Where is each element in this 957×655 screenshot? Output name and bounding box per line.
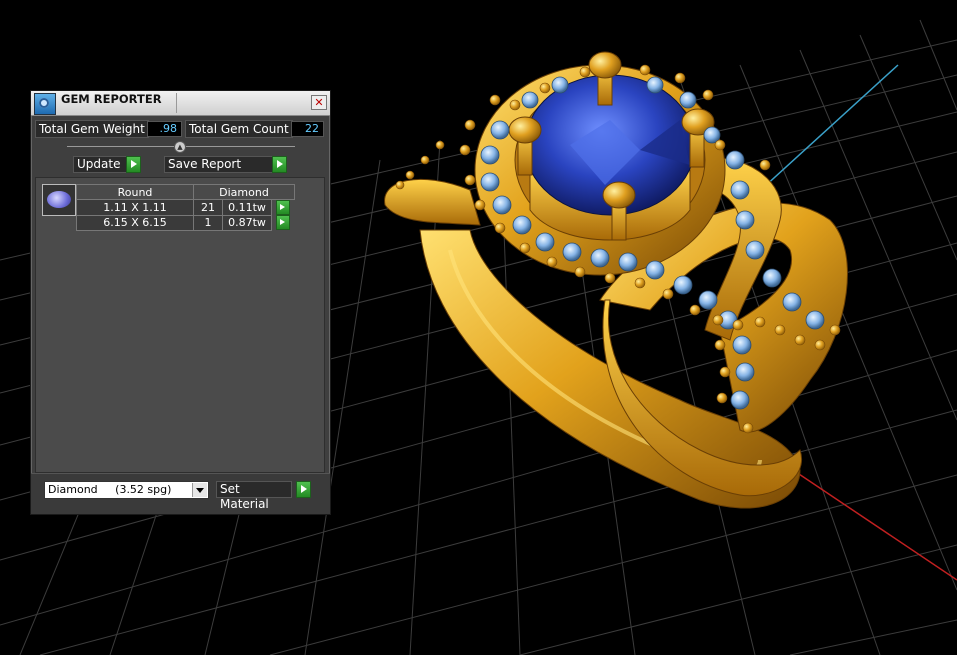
gem-shape-header: Round: [76, 184, 194, 200]
gem-count-cell: 1: [193, 214, 223, 231]
chevron-down-icon[interactable]: [192, 483, 207, 497]
panel-titlebar[interactable]: GEM REPORTER ✕: [31, 91, 330, 116]
table-row[interactable]: 1.11 X 1.11 21 0.11tw: [76, 199, 295, 216]
set-material-button[interactable]: Set Material: [216, 481, 292, 511]
material-select[interactable]: Diamond (3.52 spg): [44, 481, 209, 499]
collapse-knob-icon[interactable]: ▲: [174, 141, 186, 153]
total-weight-value: .98: [147, 121, 182, 137]
save-report-button[interactable]: Save Report: [164, 156, 275, 173]
panel-title: GEM REPORTER: [61, 92, 162, 106]
set-material-go-icon[interactable]: [296, 481, 311, 498]
material-select-value: Diamond (3.52 spg): [48, 483, 172, 496]
gem-reporter-icon: [34, 93, 56, 115]
ring-model[interactable]: [384, 51, 848, 509]
save-report-go-icon[interactable]: [272, 156, 287, 173]
update-button[interactable]: Update: [73, 156, 128, 173]
gem-count-cell: 21: [193, 199, 223, 216]
total-weight-label: Total Gem Weight: [35, 120, 149, 138]
gem-report-area: Round Diamond 1.11 X 1.11 21 0.11tw 6.15…: [35, 177, 325, 473]
round-gem-thumbnail-icon[interactable]: [42, 184, 76, 216]
gem-weight-cell: 0.87tw: [222, 214, 272, 231]
total-count-value: 22: [291, 121, 324, 137]
title-divider: [176, 93, 177, 113]
gem-size-cell: 6.15 X 6.15: [76, 214, 194, 231]
gem-reporter-panel: GEM REPORTER ✕ Total Gem Weight .98 Tota…: [30, 90, 331, 515]
gem-size-cell: 1.11 X 1.11: [76, 199, 194, 216]
gem-material-header: Diamond: [193, 184, 295, 200]
table-row[interactable]: 6.15 X 6.15 1 0.87tw: [76, 214, 295, 231]
update-go-icon[interactable]: [126, 156, 141, 173]
gem-weight-cell: 0.11tw: [222, 199, 272, 216]
row-go-icon[interactable]: [276, 215, 291, 230]
close-icon[interactable]: ✕: [311, 95, 327, 110]
total-count-label: Total Gem Count: [185, 120, 293, 138]
row-go-icon[interactable]: [276, 200, 291, 215]
x-axis-line: [789, 467, 957, 581]
gem-table: Round Diamond 1.11 X 1.11 21 0.11tw 6.15…: [76, 184, 295, 231]
